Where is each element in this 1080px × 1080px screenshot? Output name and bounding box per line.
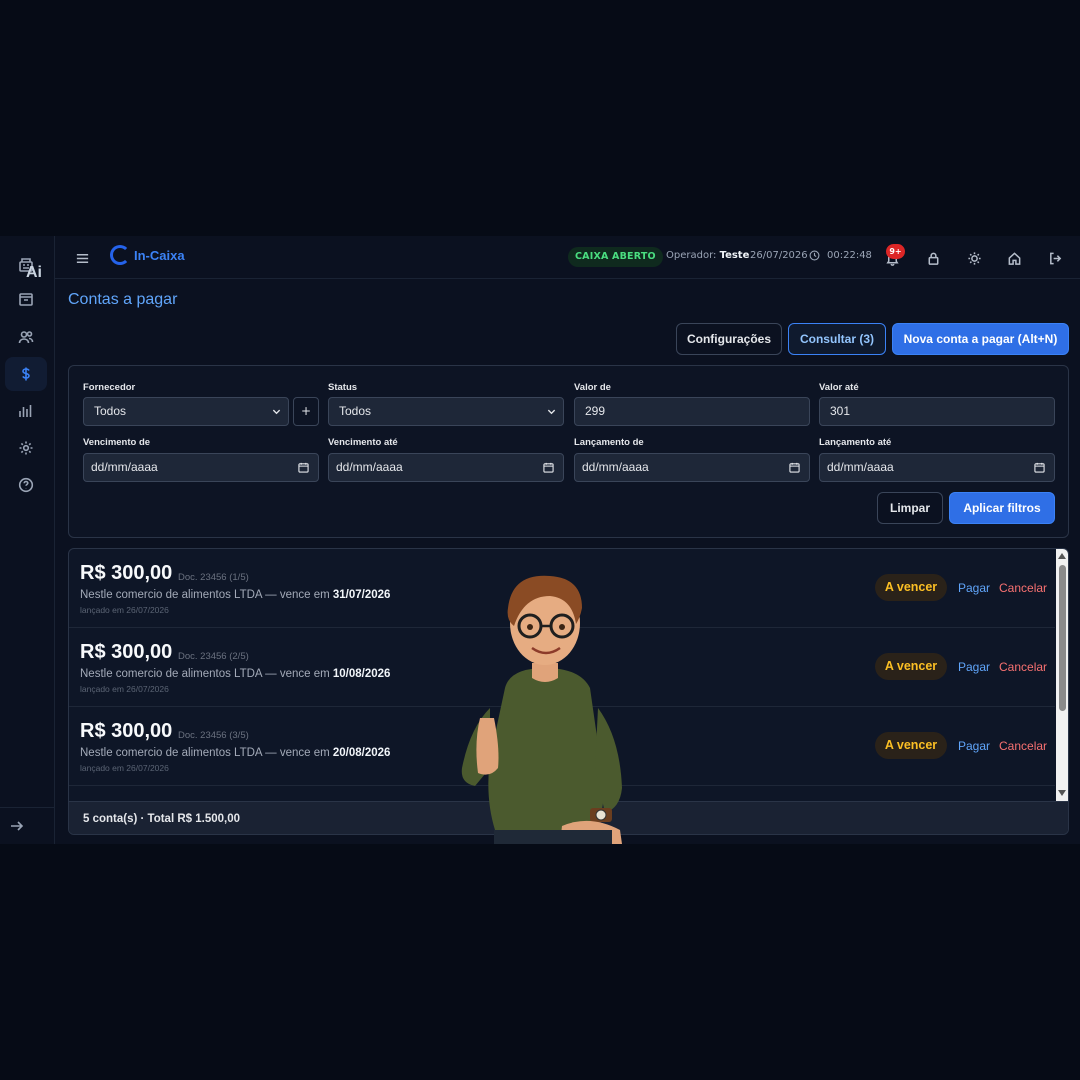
bill-doc: Doc. 23456 (1/5) <box>178 572 249 583</box>
calendar-icon[interactable] <box>1034 462 1045 473</box>
bill-description: Nestle comercio de alimentos LTDA — venc… <box>80 747 390 759</box>
sidebar-item-reports[interactable] <box>5 394 47 428</box>
lancamento-ate-input[interactable]: dd/mm/aaaa <box>819 453 1055 482</box>
lancamento-ate-label: Lançamento até <box>819 437 892 448</box>
bar-chart-icon <box>19 405 32 417</box>
sidebar-divider <box>0 807 55 808</box>
list-scrollbar[interactable] <box>1056 549 1068 801</box>
bill-launched: lançado em 26/07/2026 <box>80 605 169 615</box>
new-bill-button[interactable]: Nova conta a pagar (Alt+N) <box>892 323 1069 355</box>
fornecedor-value: Todos <box>94 404 127 418</box>
arrow-right-icon <box>11 821 24 831</box>
bill-due-date: 20/08/2026 <box>332 747 391 759</box>
bill-doc: Doc. 23456 (2/5) <box>178 651 249 662</box>
pay-link[interactable]: Pagar <box>958 581 990 595</box>
page-title: Contas a pagar <box>68 291 178 308</box>
valor-de-input[interactable]: 299 <box>574 397 810 426</box>
bill-amount: R$ 300,00 <box>80 562 173 584</box>
bill-launched: lançado em 26/07/2026 <box>80 684 169 694</box>
vencimento-ate-input[interactable]: dd/mm/aaaa <box>328 453 564 482</box>
cancel-link[interactable]: Cancelar <box>999 660 1047 674</box>
bill-supplier: Nestle comercio de alimentos LTDA — venc… <box>80 589 333 601</box>
chevron-down-icon <box>547 409 556 415</box>
status-select[interactable]: Todos <box>328 397 564 426</box>
sidebar: Ai <box>0 236 55 844</box>
presenter-avatar <box>461 575 622 844</box>
fornecedor-label: Fornecedor <box>83 382 136 393</box>
vencimento-ate-label: Vencimento até <box>328 437 398 448</box>
list-summary: 5 conta(s) · Total R$ 1.500,00 <box>83 813 241 825</box>
sidebar-item-clients[interactable] <box>5 320 47 354</box>
add-fornecedor-button[interactable]: + <box>293 397 319 426</box>
chevron-down-icon <box>272 409 281 415</box>
valor-ate-input[interactable]: 301 <box>819 397 1055 426</box>
status-value: Todos <box>339 404 372 418</box>
bill-description: Nestle comercio de alimentos LTDA — venc… <box>80 589 390 601</box>
status-label: Status <box>328 382 358 393</box>
scroll-up-arrow-icon[interactable] <box>1058 553 1066 559</box>
sidebar-item-help[interactable] <box>5 468 47 502</box>
sidebar-expand-button[interactable] <box>0 809 38 843</box>
calendar-icon[interactable] <box>543 462 554 473</box>
calendar-icon[interactable] <box>789 462 800 473</box>
lancamento-de-input[interactable]: dd/mm/aaaa <box>574 453 810 482</box>
dollar-icon <box>22 367 30 381</box>
pay-link[interactable]: Pagar <box>958 739 990 753</box>
sidebar-item-finance[interactable] <box>5 357 47 391</box>
clear-filters-button[interactable]: Limpar <box>877 492 943 524</box>
bill-amount: R$ 300,00 <box>80 720 173 742</box>
vencimento-de-label: Vencimento de <box>83 437 151 448</box>
box-icon <box>19 293 33 306</box>
config-button[interactable]: Configurações <box>676 323 782 355</box>
bill-due-date: 10/08/2026 <box>332 668 391 680</box>
sidebar-item-settings[interactable] <box>5 431 47 465</box>
pay-link[interactable]: Pagar <box>958 660 990 674</box>
sidebar-item-products[interactable] <box>5 282 47 316</box>
vencimento-de-placeholder: dd/mm/aaaa <box>91 460 158 474</box>
fornecedor-select[interactable]: Todos <box>83 397 289 426</box>
lancamento-ate-placeholder: dd/mm/aaaa <box>827 460 894 474</box>
vencimento-de-input[interactable]: dd/mm/aaaa <box>83 453 319 482</box>
bill-due-date: 31/07/2026 <box>332 589 391 601</box>
cancel-link[interactable]: Cancelar <box>999 739 1047 753</box>
ai-badge: Ai <box>26 264 42 281</box>
bill-supplier: Nestle comercio de alimentos LTDA — venc… <box>80 668 333 680</box>
filters-panel: Fornecedor Todos + Status Todos Valor de… <box>68 365 1069 538</box>
gear-icon <box>19 441 33 455</box>
lancamento-de-placeholder: dd/mm/aaaa <box>582 460 649 474</box>
valor-de-label: Valor de <box>574 382 611 393</box>
scrollbar-thumb[interactable] <box>1059 565 1066 711</box>
bill-doc: Doc. 23456 (3/5) <box>178 730 249 741</box>
cancel-link[interactable]: Cancelar <box>999 581 1047 595</box>
status-badge: A vencer <box>875 653 947 680</box>
help-circle-icon <box>18 477 34 493</box>
calendar-icon[interactable] <box>298 462 309 473</box>
vencimento-ate-placeholder: dd/mm/aaaa <box>336 460 403 474</box>
apply-filters-button[interactable]: Aplicar filtros <box>949 492 1055 524</box>
scroll-down-arrow-icon[interactable] <box>1058 790 1066 796</box>
status-badge: A vencer <box>875 574 947 601</box>
users-icon <box>18 331 34 344</box>
lancamento-de-label: Lançamento de <box>574 437 644 448</box>
bill-launched: lançado em 26/07/2026 <box>80 763 169 773</box>
bill-supplier: Nestle comercio de alimentos LTDA — venc… <box>80 747 333 759</box>
consult-button[interactable]: Consultar (3) <box>788 323 886 355</box>
status-badge: A vencer <box>875 732 947 759</box>
bill-description: Nestle comercio de alimentos LTDA — venc… <box>80 668 390 680</box>
valor-ate-label: Valor até <box>819 382 859 393</box>
bill-amount: R$ 300,00 <box>80 641 173 663</box>
